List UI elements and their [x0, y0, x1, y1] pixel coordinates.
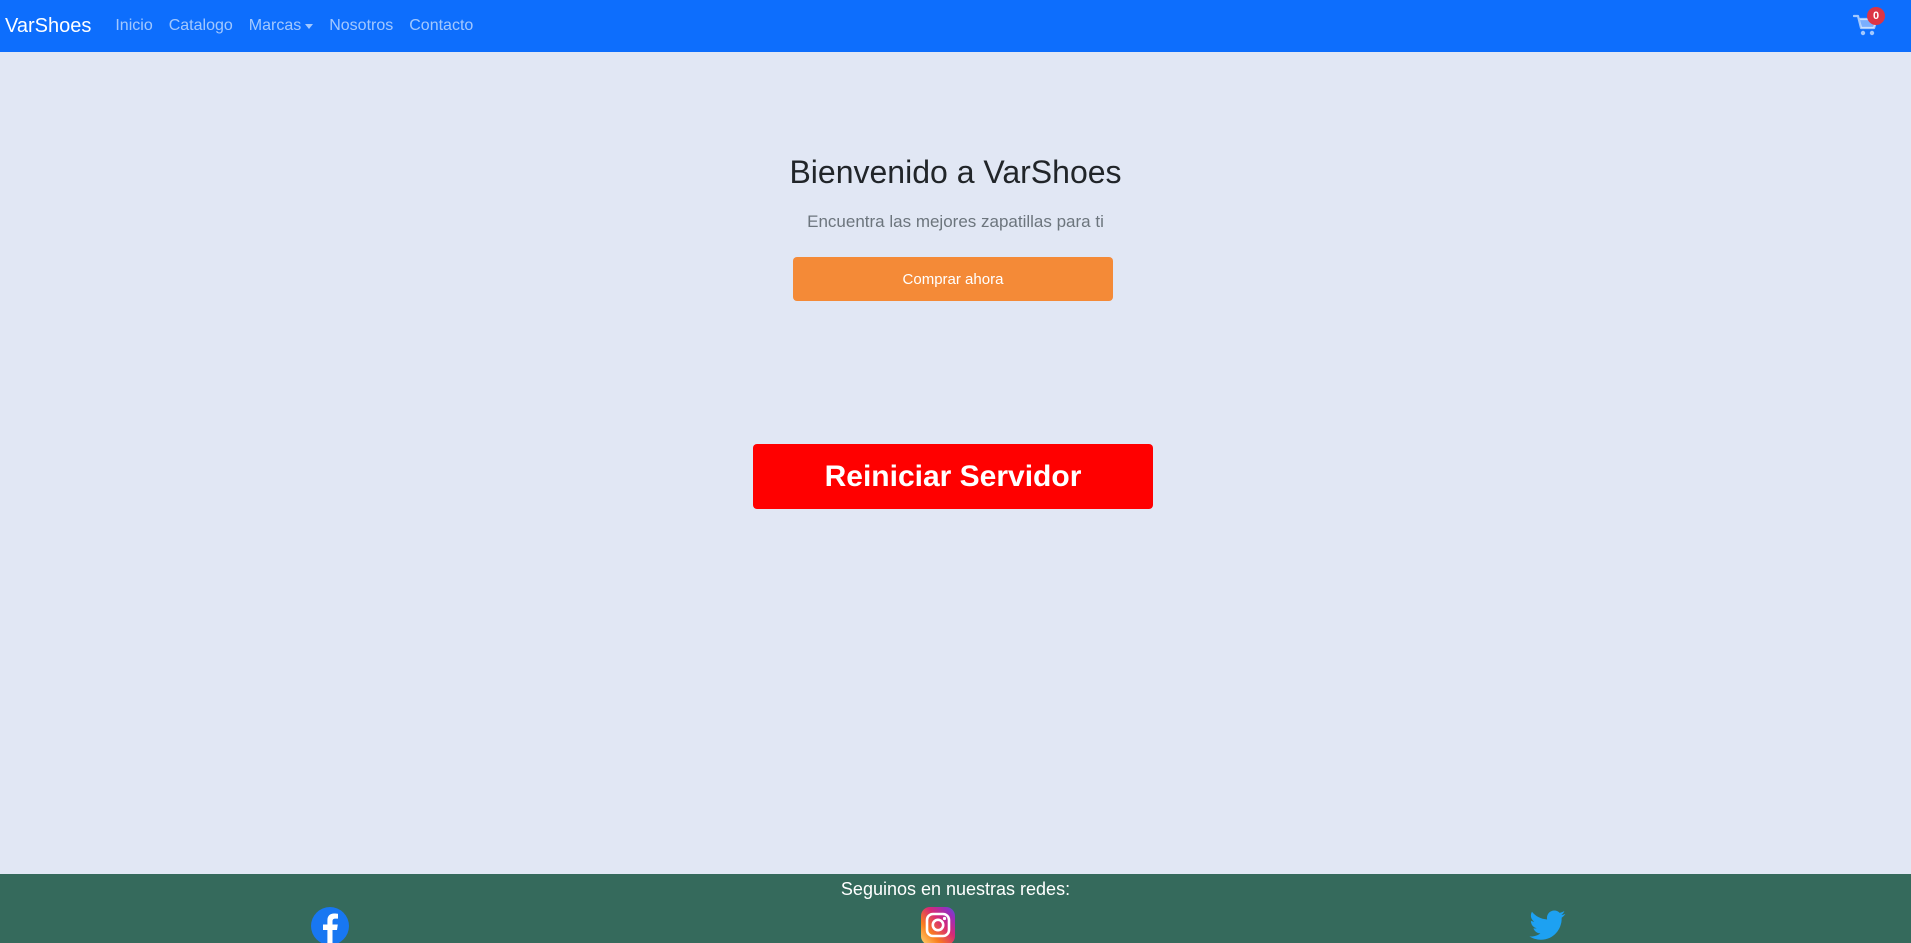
footer-title: Seguinos en nuestras redes:	[840, 879, 1071, 899]
twitter-icon	[1529, 910, 1566, 940]
instagram-icon	[921, 907, 955, 943]
nav-link-inicio[interactable]: Inicio	[115, 17, 152, 35]
footer: Seguinos en nuestras redes:	[0, 874, 1911, 943]
hero-subtitle: Encuentra las mejores zapatillas para ti	[807, 212, 1104, 231]
buy-now-button[interactable]: Comprar ahora	[793, 257, 1113, 301]
hero-title: Bienvenido a VarShoes	[789, 154, 1122, 190]
facebook-link[interactable]	[311, 907, 349, 943]
caret-down-icon	[305, 23, 314, 29]
brand-logo[interactable]: VarShoes	[5, 15, 91, 38]
instagram-link[interactable]	[919, 907, 957, 943]
facebook-icon	[311, 907, 349, 943]
hero-section: Bienvenido a VarShoes Encuentra las mejo…	[0, 150, 1911, 234]
twitter-link[interactable]	[1529, 907, 1567, 943]
nav-dropdown-marcas[interactable]: Marcas	[248, 17, 314, 35]
nav-link-nosotros[interactable]: Nosotros	[329, 17, 393, 35]
nav-link-contacto[interactable]: Contacto	[409, 17, 473, 35]
navbar: VarShoes Inicio Catalogo Marcas Nosotros…	[0, 0, 1911, 52]
nav-links: Inicio Catalogo Marcas Nosotros Contacto	[115, 17, 489, 35]
cart-count-badge: 0	[1867, 7, 1885, 25]
restart-server-button[interactable]: Reiniciar Servidor	[753, 444, 1153, 509]
cart-button[interactable]: 0	[1852, 7, 1885, 39]
nav-dropdown-marcas-label: Marcas	[248, 17, 302, 34]
nav-link-catalogo[interactable]: Catalogo	[169, 17, 233, 35]
